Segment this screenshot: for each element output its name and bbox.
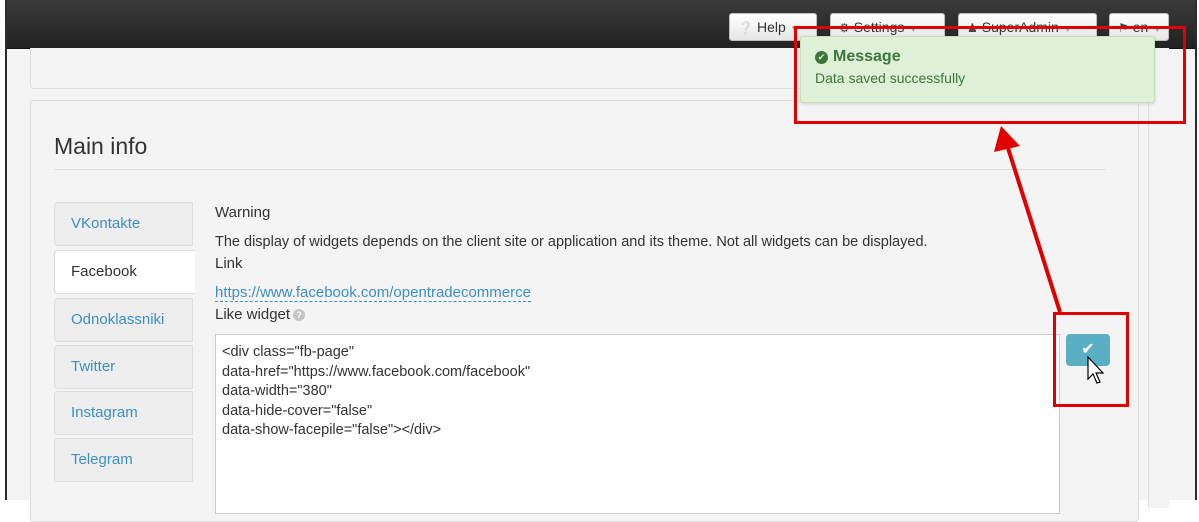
annotation-box-save bbox=[1053, 312, 1129, 407]
like-widget-text: Like widget bbox=[215, 306, 291, 323]
link-label: Link bbox=[215, 255, 243, 272]
code-line: <div class="fb-page" bbox=[222, 344, 355, 360]
like-widget-label: Like widget? bbox=[215, 306, 306, 323]
tab-facebook[interactable]: Facebook bbox=[54, 250, 195, 294]
tab-vkontakte[interactable]: VKontakte bbox=[54, 202, 193, 246]
code-line: data-href="https://www.facebook.com/face… bbox=[222, 363, 531, 380]
code-line: data-width="380" bbox=[222, 383, 332, 399]
help-label: Help bbox=[756, 19, 786, 35]
page-title: Main info bbox=[54, 133, 148, 159]
tab-telegram[interactable]: Telegram bbox=[54, 438, 193, 482]
tab-instagram[interactable]: Instagram bbox=[54, 391, 193, 435]
code-line: data-hide-cover="false" bbox=[222, 402, 373, 419]
title-divider bbox=[54, 169, 1106, 170]
tab-odnoklassniki[interactable]: Odnoklassniki bbox=[54, 298, 193, 342]
warning-label: Warning bbox=[215, 204, 271, 221]
question-circle-icon: ❔ bbox=[738, 21, 753, 35]
warning-text: The display of widgets depends on the cl… bbox=[215, 234, 928, 250]
like-widget-code-textarea[interactable]: <div class="fb-page" data-href="https://… bbox=[215, 334, 1060, 514]
code-line: data-show-facepile="false"></div> bbox=[222, 422, 442, 438]
annotation-box-toast bbox=[794, 26, 1186, 124]
tab-twitter[interactable]: Twitter bbox=[54, 345, 193, 389]
question-circle-icon[interactable]: ? bbox=[293, 309, 306, 321]
facebook-link[interactable]: https://www.facebook.com/opentradecommer… bbox=[215, 284, 531, 302]
